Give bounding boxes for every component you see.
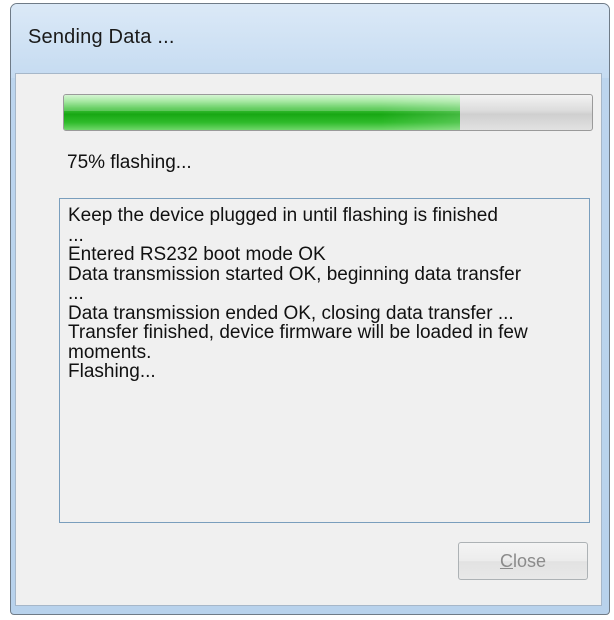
log-line: ... — [68, 224, 84, 246]
window-title: Sending Data ... — [28, 26, 175, 48]
progress-status-text: 75% flashing... — [67, 152, 192, 173]
log-line: Keep the device plugged in until flashin… — [68, 205, 498, 226]
close-button-label: lose — [512, 551, 547, 571]
log-line: Transfer finished, device firmware will … — [68, 322, 528, 343]
progress-bar — [63, 94, 593, 131]
dialog-window: Sending Data ... 75% flashing... Keep th… — [10, 3, 610, 615]
dialog-client-area: 75% flashing... Keep the device plugged … — [15, 73, 602, 606]
log-line: Data transmission started OK, beginning … — [68, 263, 522, 285]
title-bar[interactable]: Sending Data ... — [11, 4, 609, 78]
log-line: Flashing... — [68, 361, 156, 382]
close-button[interactable]: Close — [458, 542, 588, 580]
log-output-box[interactable]: Keep the device plugged in until flashin… — [59, 198, 590, 523]
log-line: Data transmission ended OK, closing data… — [68, 302, 514, 324]
close-button-mnemonic: C — [499, 551, 513, 571]
log-line: Entered RS232 boot mode OK — [68, 244, 326, 265]
progress-bar-shine — [64, 95, 460, 111]
log-line: moments. — [68, 341, 152, 363]
log-line: ... — [68, 283, 84, 304]
